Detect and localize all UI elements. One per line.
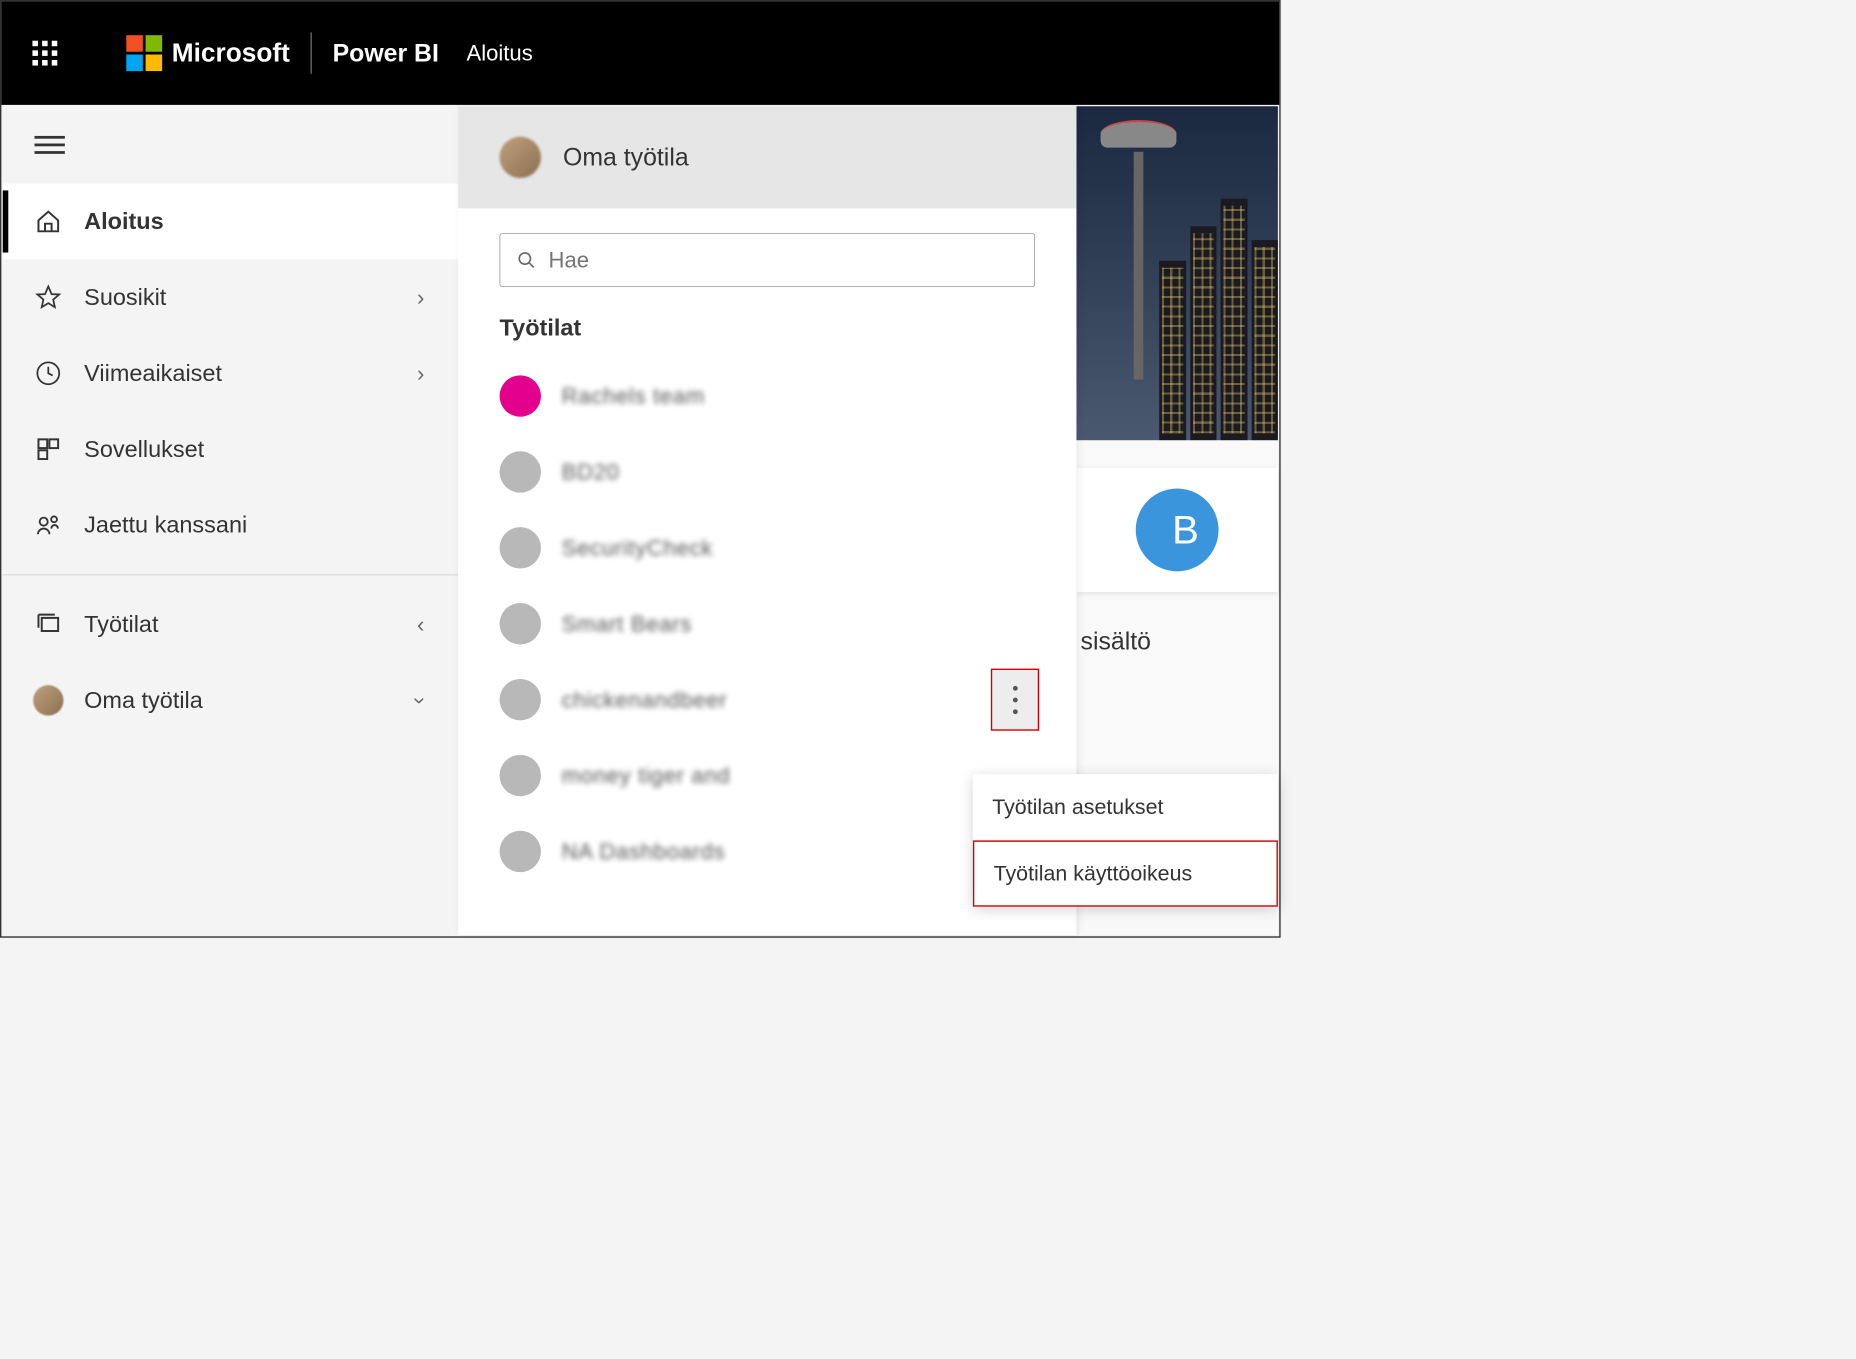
workspace-label: SecurityCheck [562, 535, 713, 561]
nav-label: Suosikit [84, 284, 166, 311]
workspace-item[interactable]: chickenandbeer [458, 662, 1076, 738]
workspace-icon [500, 603, 541, 644]
flyout-header[interactable]: Oma työtila [458, 106, 1076, 208]
search-input[interactable] [549, 247, 1018, 273]
apps-icon [33, 434, 63, 464]
nav-label: Työtilat [84, 611, 158, 638]
section-label: Työtilat [458, 301, 1076, 358]
page-title: Aloitus [466, 40, 532, 66]
chevron-right-icon: › [417, 361, 424, 387]
workspace-item[interactable]: SecurityCheck [458, 510, 1076, 586]
nav-label: Jaettu kanssani [84, 512, 247, 539]
microsoft-logo: Microsoft [126, 35, 290, 71]
nav-divider [3, 574, 459, 575]
menu-workspace-settings[interactable]: Työtilan asetukset [973, 774, 1278, 840]
workspace-label: Smart Bears [562, 611, 692, 637]
workspace-label: money tiger and [562, 763, 731, 789]
chevron-right-icon: › [417, 285, 424, 311]
nav-workspaces[interactable]: Työtilat ‹ [3, 587, 459, 663]
hamburger-icon[interactable] [3, 106, 459, 183]
workspace-label: BD20 [562, 459, 620, 485]
chevron-left-icon: ‹ [417, 612, 424, 638]
tile-label: sisältö [1076, 592, 1277, 655]
workspace-icon [500, 451, 541, 492]
workspace-label: chickenandbeer [562, 687, 728, 713]
nav-home[interactable]: Aloitus [3, 184, 459, 260]
top-header: Microsoft Power BI Aloitus [1, 1, 1279, 105]
workspace-item[interactable]: BD20 [458, 434, 1076, 510]
search-icon [517, 250, 536, 269]
nav-label: Aloitus [84, 208, 164, 235]
nav-apps[interactable]: Sovellukset [3, 411, 459, 487]
chevron-down-icon: › [408, 697, 434, 704]
star-icon [33, 282, 63, 312]
nav-recent[interactable]: Viimeaikaiset › [3, 335, 459, 411]
clock-icon [33, 358, 63, 388]
workspaces-icon [33, 609, 63, 639]
more-icon [1013, 686, 1018, 714]
nav-label: Viimeaikaiset [84, 360, 222, 387]
workspace-context-menu: Työtilan asetukset Työtilan käyttöoikeus [973, 774, 1278, 906]
avatar-icon [33, 685, 63, 715]
workspace-icon [500, 375, 541, 416]
workspace-label: NA Dashboards [562, 839, 726, 865]
more-options-button[interactable] [991, 669, 1039, 731]
workspace-icon [500, 831, 541, 872]
hero-image [1076, 106, 1277, 440]
product-label: Power BI [333, 39, 439, 68]
nav-my-workspace[interactable]: Oma työtila › [3, 662, 459, 738]
nav-label: Oma työtila [84, 687, 203, 714]
workspace-item[interactable]: Rachels team [458, 358, 1076, 434]
app-launcher-icon[interactable] [32, 41, 57, 66]
workspace-icon [500, 755, 541, 796]
workspace-label: Rachels team [562, 383, 705, 409]
flyout-header-label: Oma työtila [563, 143, 689, 172]
content-tile[interactable]: B [1076, 468, 1277, 592]
avatar-icon [500, 137, 541, 178]
nav-favorites[interactable]: Suosikit › [3, 259, 459, 335]
workspace-icon [500, 527, 541, 568]
workspace-item[interactable]: Smart Bears [458, 586, 1076, 662]
tile-avatar: B [1136, 489, 1219, 572]
brand-label: Microsoft [172, 38, 290, 68]
workspace-icon [500, 679, 541, 720]
share-icon [33, 510, 63, 540]
workspace-search[interactable] [500, 233, 1035, 287]
left-nav: Aloitus Suosikit › Viimeaikaiset › Sovel… [3, 106, 460, 935]
nav-shared[interactable]: Jaettu kanssani [3, 487, 459, 563]
nav-label: Sovellukset [84, 436, 204, 463]
home-icon [33, 206, 63, 236]
menu-workspace-access[interactable]: Työtilan käyttöoikeus [973, 840, 1278, 906]
divider [311, 32, 312, 73]
